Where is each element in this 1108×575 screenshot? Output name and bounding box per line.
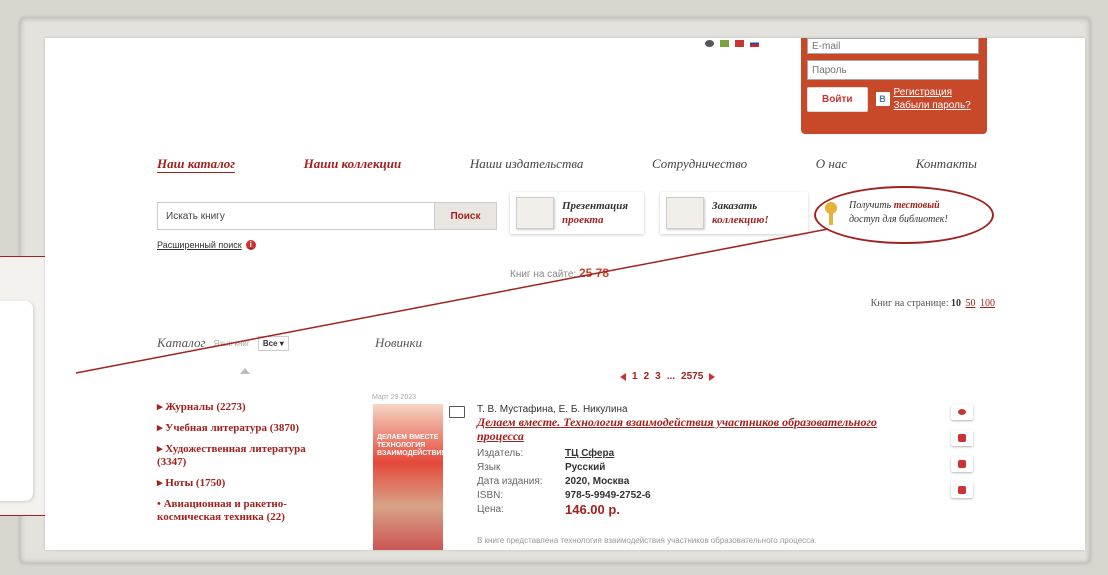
category-item[interactable]: • Авиационная и ракетно-космическая техн… — [157, 498, 337, 524]
nav-cooperation[interactable]: Сотрудничество — [652, 156, 747, 173]
login-links: Регистрация Забыли пароль? — [894, 86, 971, 112]
password-field[interactable] — [807, 60, 979, 80]
per-page-100[interactable]: 100 — [980, 298, 995, 309]
category-list: ▸ Журналы (2273) ▸ Учебная литература (3… — [157, 401, 337, 532]
presentation-text: Презентация проекта — [562, 200, 629, 226]
nav-collections[interactable]: Наши коллекции — [304, 156, 402, 173]
cover-title: ДЕЛАЕМ ВМЕСТЕ ТЕХНОЛОГИЯ ВЗАИМОДЕЙСТВИЯ — [377, 434, 447, 457]
page-2[interactable]: 2 — [644, 371, 650, 382]
apple-icon[interactable] — [705, 40, 714, 47]
web-page: Войти B Регистрация Забыли пароль? Наш к… — [45, 38, 1085, 550]
book-description: В книге представлена технология взаимоде… — [477, 536, 817, 545]
cart-icon[interactable] — [951, 456, 973, 472]
nav-catalog[interactable]: Наш каталог — [157, 156, 236, 173]
per-page-current[interactable]: 10 — [951, 298, 961, 309]
login-box: Войти B Регистрация Забыли пароль? — [801, 38, 987, 134]
book-title-link[interactable]: Делаем вместе. Технология взаимодействия… — [477, 415, 917, 443]
book-meta: Издатель: ТЦ Сфера Язык Русский Дата издан… — [477, 447, 651, 517]
nav-about[interactable]: О нас — [816, 156, 847, 173]
forgot-password-link[interactable]: Забыли пароль? — [894, 99, 971, 112]
order-text: Заказать коллекцию! — [712, 200, 769, 226]
language-label: Язык книг — [213, 338, 250, 348]
platform-icons — [705, 40, 759, 47]
archive-icon[interactable] — [951, 482, 973, 498]
order-collection-promo[interactable]: Заказать коллекцию! — [660, 192, 808, 234]
book-authors: Т. В. Мустафина, Е. Б. Никулина — [477, 404, 628, 415]
catalog-header: Каталог Язык книг Все ▾ — [157, 335, 289, 351]
per-page-selector: Книг на странице: 10 50 100 — [870, 298, 995, 309]
order-thumbnail — [666, 197, 704, 229]
search-input[interactable] — [158, 203, 434, 229]
pagination: 1 2 3 ... 2575 — [620, 371, 716, 382]
publisher-link[interactable]: ТЦ Сфера — [565, 447, 614, 461]
login-row: Войти B Регистрация Забыли пароль? — [807, 86, 981, 112]
nav-publishers[interactable]: Наши издательства — [470, 156, 584, 173]
news-title: Новинки — [375, 335, 423, 350]
read-book-icon[interactable] — [449, 406, 465, 418]
catalog-title: Каталог — [157, 335, 206, 350]
category-item[interactable]: ▸ Журналы (2273) — [157, 401, 337, 414]
vk-icon[interactable]: B — [875, 92, 890, 106]
file-icon[interactable] — [951, 430, 973, 446]
presentation-promo[interactable]: Презентация проекта — [510, 192, 644, 234]
zoom-callout-inner — [0, 301, 33, 501]
books-count-value: 25 78 — [578, 266, 609, 280]
category-item[interactable]: ▸ Художественная литература (3347) — [157, 443, 337, 469]
info-icon[interactable]: i — [245, 240, 256, 250]
page-3[interactable]: 3 — [655, 371, 661, 382]
page-1[interactable]: 1 — [632, 371, 638, 382]
advanced-search-label: Расширенный поиск — [157, 240, 242, 250]
next-page-icon[interactable] — [709, 372, 716, 381]
book-actions — [951, 404, 973, 498]
nav-contacts[interactable]: Контакты — [916, 156, 977, 173]
collapse-arrow-icon[interactable] — [240, 368, 250, 374]
prev-page-icon[interactable] — [620, 372, 626, 381]
presentation-thumbnail — [516, 197, 554, 229]
category-item[interactable]: ▸ Учебная литература (3870) — [157, 422, 337, 435]
books-count: Книг на сайте: 25 78 — [510, 266, 609, 280]
page-ellipsis: ... — [666, 371, 676, 382]
advanced-search-link[interactable]: Расширенный поиск i — [157, 240, 256, 250]
login-button[interactable]: Войти — [807, 86, 868, 112]
email-field[interactable] — [807, 38, 979, 54]
search-button[interactable]: Поиск — [434, 203, 496, 229]
book-price: 146.00 р. — [565, 502, 620, 517]
book-date: Март 29 2023 — [372, 394, 416, 401]
book-cover[interactable]: ДЕЛАЕМ ВМЕСТЕ ТЕХНОЛОГИЯ ВЗАИМОДЕЙСТВИЯ — [373, 404, 447, 550]
view-icon[interactable] — [951, 404, 973, 420]
search-bar: Поиск — [157, 202, 497, 230]
flag-icon[interactable] — [735, 40, 744, 47]
ru-flag-icon[interactable] — [750, 40, 759, 47]
book-info: Т. В. Мустафина, Е. Б. Никулина Делаем в… — [477, 404, 917, 517]
per-page-50[interactable]: 50 — [966, 298, 976, 309]
android-icon[interactable] — [720, 40, 729, 47]
language-select[interactable]: Все ▾ — [257, 335, 289, 351]
register-link[interactable]: Регистрация — [894, 86, 971, 99]
highlight-ellipse — [814, 186, 994, 244]
page-last[interactable]: 2575 — [681, 371, 703, 382]
category-item[interactable]: ▸ Ноты (1750) — [157, 477, 337, 490]
main-nav: Наш каталог Наши коллекции Наши издатель… — [157, 156, 977, 173]
